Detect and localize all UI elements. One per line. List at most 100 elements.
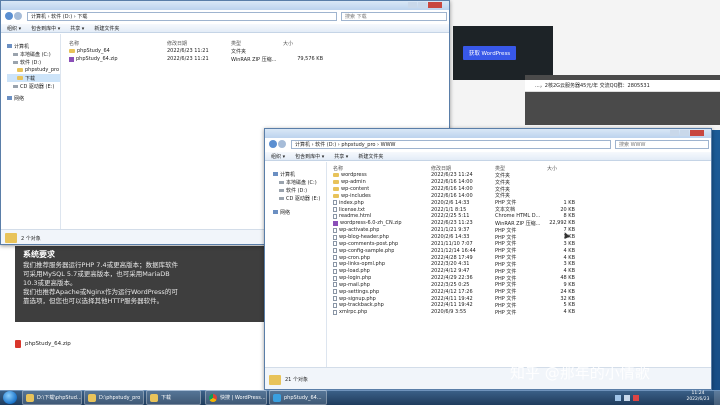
folder-icon — [333, 193, 339, 198]
nav-item-downloads[interactable]: 下载 — [7, 74, 60, 82]
back-arrow-icon[interactable] — [5, 12, 13, 20]
nav-item-computer[interactable]: 计算机 — [7, 42, 60, 50]
volume-icon[interactable] — [624, 395, 630, 401]
file-row[interactable]: license.txt 2022/1/1 8:15 文本文档 20 KB — [333, 206, 703, 213]
minimize-button[interactable] — [670, 130, 679, 136]
close-button[interactable] — [428, 2, 442, 8]
taskbar-item-explorer-phpstudy[interactable]: D:\phpstudy_pro — [84, 390, 144, 405]
file-icon — [333, 213, 337, 219]
column-headers: 名称 修改日期 类型 大小 — [69, 39, 439, 47]
nav-item-computer[interactable]: 计算机 — [273, 170, 326, 178]
article-heading: 系统要求 — [23, 250, 55, 259]
column-type[interactable]: 类型 — [231, 40, 283, 47]
file-size: 9 KB — [563, 281, 575, 288]
column-type[interactable]: 类型 — [495, 165, 547, 172]
search-input[interactable]: 搜索 下载 — [341, 12, 447, 21]
file-row[interactable]: phpStudy_64 2022/6/23 11:21 文件夹 — [69, 47, 439, 55]
taskbar-item-phpstudy[interactable]: phpStudy_64... — [269, 390, 327, 405]
column-date[interactable]: 修改日期 — [431, 165, 495, 172]
nav-item-drive-c[interactable]: 本地磁盘 (C:) — [273, 178, 326, 186]
file-name: wp-comments-post.php — [339, 240, 399, 247]
input-method-icon[interactable] — [633, 395, 639, 401]
file-date: 2022/4/12 17:26 — [431, 288, 473, 295]
include-library-menu[interactable]: 包含到库中 ▾ — [31, 25, 60, 32]
new-folder-button[interactable]: 新建文件夹 — [358, 153, 383, 160]
file-icon — [333, 241, 337, 247]
back-forward-buttons[interactable] — [5, 12, 23, 20]
minimize-button[interactable] — [408, 2, 417, 8]
nav-item-drive-d[interactable]: 软件 (D:) — [273, 186, 326, 194]
nav-item-cd-drive[interactable]: CD 驱动器 (E:) — [273, 194, 326, 202]
file-date: 2021/11/10 7:07 — [431, 240, 473, 247]
column-date[interactable]: 修改日期 — [167, 40, 231, 47]
search-placeholder: 搜索 下载 — [345, 14, 367, 20]
column-size[interactable]: 大小 — [547, 165, 575, 172]
taskbar-item-downloads[interactable]: 下载 — [146, 390, 201, 405]
file-date: 2022/4/29 22:36 — [431, 275, 473, 282]
organize-menu[interactable]: 组织 ▾ — [7, 25, 21, 32]
column-name[interactable]: 名称 — [333, 165, 431, 172]
taskbar-item-chrome[interactable]: 快搜 | WordPress... — [205, 390, 267, 405]
file-row[interactable]: xmlrpc.php 2020/6/9 3:55 PHP 文件 4 KB — [333, 309, 703, 316]
download-item[interactable]: phpStudy_64.zip — [15, 337, 135, 351]
include-library-menu[interactable]: 包含到库中 ▾ — [295, 153, 324, 160]
status-count: 21 个对象 — [285, 377, 308, 383]
file-name: wp-settings.php — [339, 288, 380, 295]
file-name: xmlrpc.php — [339, 309, 368, 316]
back-forward-buttons[interactable] — [269, 140, 287, 148]
maximize-button[interactable] — [680, 130, 689, 136]
file-date: 2022/4/12 9:47 — [431, 268, 470, 275]
show-desktop-button[interactable] — [714, 391, 720, 405]
maximize-button[interactable] — [418, 2, 427, 8]
nav-item-phpstudy-pro[interactable]: phpstudy_pro — [7, 66, 60, 74]
file-row[interactable]: phpStudy_64.zip 2022/6/23 11:21 WinRAR Z… — [69, 55, 439, 63]
zip-archive-icon — [333, 220, 338, 226]
start-button[interactable] — [3, 391, 17, 404]
folder-icon — [269, 374, 281, 385]
organize-menu[interactable]: 组织 ▾ — [271, 153, 285, 160]
window-controls — [407, 2, 442, 8]
nav-item-cd-drive[interactable]: CD 驱动器 (E:) — [7, 82, 60, 90]
new-folder-button[interactable]: 新建文件夹 — [94, 25, 119, 32]
back-arrow-icon[interactable] — [269, 140, 277, 148]
computer-icon — [7, 44, 12, 48]
address-bar[interactable]: 计算机 › 软件 (D:) › 下载 — [27, 12, 337, 21]
file-name: wp-blog-header.php — [339, 234, 389, 241]
address-bar[interactable]: 计算机 › 软件 (D:) › phpstudy_pro › WWW — [291, 140, 611, 149]
file-size: 22,992 KB — [549, 220, 575, 227]
nav-item-network[interactable]: 网络 — [7, 94, 60, 102]
folder-icon — [333, 173, 339, 178]
clock-date: 2022/6/23 — [686, 397, 710, 402]
file-icon — [333, 248, 337, 254]
system-tray — [615, 393, 680, 403]
taskbar-item-explorer-downloads[interactable]: D:\下载\phpStud... — [22, 390, 82, 405]
file-date: 2020/2/6 14:33 — [431, 199, 470, 206]
file-type: 文本文档 — [495, 207, 516, 214]
folder-icon — [26, 393, 34, 402]
forward-arrow-icon[interactable] — [278, 140, 286, 148]
nav-item-network[interactable]: 网络 — [273, 208, 326, 216]
file-date: 2022/3/20 4:31 — [431, 261, 470, 268]
article-line: 靠选项，但您也可以选择其他HTTP服务器软件。 — [23, 297, 164, 305]
share-menu[interactable]: 共享 ▾ — [70, 25, 84, 32]
file-icon — [333, 309, 337, 315]
nav-item-drive-c[interactable]: 本地磁盘 (C:) — [7, 50, 60, 58]
nav-item-drive-d[interactable]: 软件 (D:) — [7, 58, 60, 66]
file-name: wp-activate.php — [339, 227, 380, 234]
folder-icon — [17, 76, 23, 80]
file-date: 2020/2/6 14:33 — [431, 234, 470, 241]
address-path: 计算机 › 软件 (D:) › phpstudy_pro › WWW — [295, 142, 396, 148]
forward-arrow-icon[interactable] — [14, 12, 22, 20]
close-button[interactable] — [690, 130, 704, 136]
column-name[interactable]: 名称 — [69, 40, 167, 47]
search-input[interactable]: 搜索 WWW — [615, 140, 709, 149]
network-tray-icon[interactable] — [615, 395, 621, 401]
get-wordpress-button[interactable]: 获取 WordPress — [463, 46, 516, 60]
file-date: 2022/6/16 14:00 — [431, 192, 473, 199]
column-size[interactable]: 大小 — [283, 40, 323, 47]
clock[interactable]: 11:24 2022/6/23 — [683, 391, 713, 404]
share-menu[interactable]: 共享 ▾ — [334, 153, 348, 160]
file-date: 2022/4/11 19:42 — [431, 295, 473, 302]
address-path: 计算机 › 软件 (D:) › 下载 — [31, 14, 88, 20]
file-name: index.php — [339, 199, 364, 206]
